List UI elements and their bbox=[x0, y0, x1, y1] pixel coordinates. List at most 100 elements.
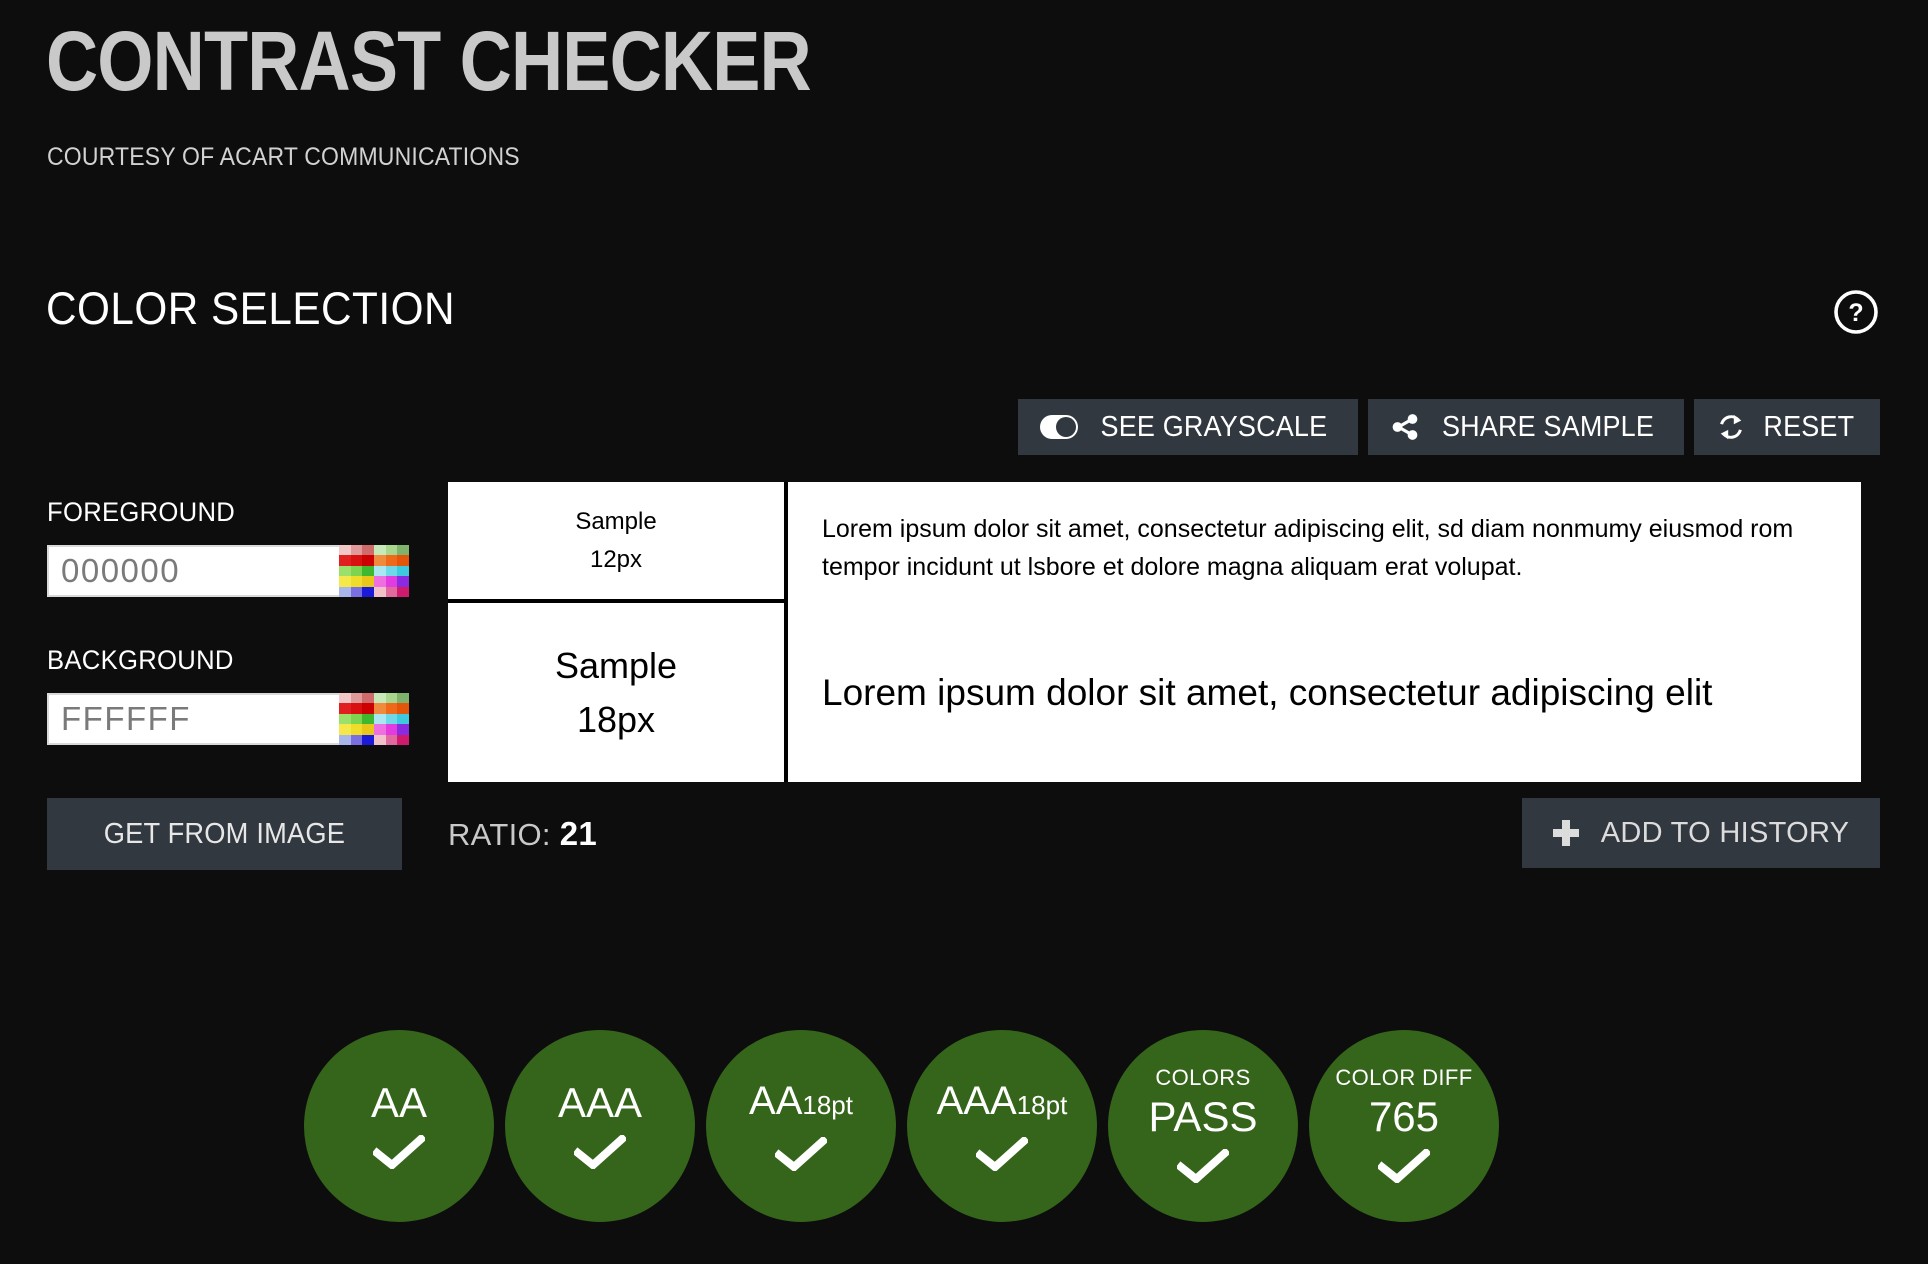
palette-swatch[interactable] bbox=[385, 576, 398, 587]
palette-swatch[interactable] bbox=[397, 724, 409, 735]
status-badge: AA18pt bbox=[706, 1030, 896, 1222]
palette-swatch[interactable] bbox=[350, 713, 363, 725]
sample-18px-line2: 18px bbox=[576, 698, 656, 740]
palette-swatch[interactable] bbox=[339, 734, 351, 745]
palette-swatch[interactable] bbox=[350, 693, 363, 704]
palette-swatch[interactable] bbox=[350, 555, 363, 566]
palette-swatch[interactable] bbox=[362, 576, 374, 587]
palette-swatch[interactable] bbox=[339, 713, 351, 725]
palette-swatch[interactable] bbox=[397, 734, 409, 745]
palette-swatch[interactable] bbox=[385, 734, 398, 745]
palette-swatch[interactable] bbox=[350, 576, 363, 587]
palette-swatch[interactable] bbox=[397, 576, 409, 587]
palette-swatch[interactable] bbox=[350, 734, 363, 745]
palette-swatch[interactable] bbox=[339, 565, 351, 577]
reset-button[interactable]: RESET bbox=[1694, 399, 1880, 455]
ratio-label: RATIO: bbox=[448, 817, 551, 852]
foreground-label: FOREGROUND bbox=[47, 497, 236, 527]
see-grayscale-label: SEE GRAYSCALE bbox=[1100, 410, 1328, 443]
ratio-value: 21 bbox=[559, 815, 598, 852]
add-to-history-button[interactable]: ADD TO HISTORY bbox=[1522, 798, 1880, 868]
badge-sublabel: COLOR DIFF bbox=[1335, 1064, 1473, 1090]
palette-swatch[interactable] bbox=[385, 586, 398, 597]
palette-swatch[interactable] bbox=[362, 724, 374, 735]
palette-swatch[interactable] bbox=[385, 555, 398, 566]
palette-swatch[interactable] bbox=[397, 555, 409, 566]
sample-12px-line1: Sample bbox=[575, 507, 657, 535]
palette-swatch[interactable] bbox=[362, 586, 374, 597]
palette-swatch[interactable] bbox=[385, 724, 398, 735]
contrast-ratio: RATIO: 21 bbox=[448, 815, 597, 853]
get-from-image-button[interactable]: GET FROM IMAGE bbox=[47, 798, 402, 870]
badge-value: AAA18pt bbox=[936, 1078, 1068, 1123]
palette-swatch[interactable] bbox=[339, 586, 351, 597]
palette-swatch[interactable] bbox=[362, 713, 374, 725]
palette-swatch[interactable] bbox=[362, 693, 374, 704]
palette-swatch[interactable] bbox=[385, 713, 398, 725]
see-grayscale-button[interactable]: SEE GRAYSCALE bbox=[1018, 399, 1359, 455]
background-palette-swatches[interactable] bbox=[339, 693, 409, 745]
status-badge: AAA bbox=[505, 1030, 695, 1222]
get-from-image-label: GET FROM IMAGE bbox=[103, 817, 346, 850]
palette-swatch[interactable] bbox=[385, 693, 398, 704]
palette-swatch[interactable] bbox=[339, 724, 351, 735]
palette-swatch[interactable] bbox=[350, 565, 363, 577]
sample-text-column: Lorem ipsum dolor sit amet, consectetur … bbox=[788, 482, 1861, 782]
palette-swatch[interactable] bbox=[385, 703, 398, 714]
palette-swatch[interactable] bbox=[339, 555, 351, 566]
palette-swatch[interactable] bbox=[362, 703, 374, 714]
palette-swatch[interactable] bbox=[374, 703, 386, 714]
palette-swatch[interactable] bbox=[350, 545, 363, 556]
palette-swatch[interactable] bbox=[397, 586, 409, 597]
refresh-icon bbox=[1716, 412, 1746, 442]
toolbar: SEE GRAYSCALE SHARE SAMPLE RESET bbox=[1018, 399, 1880, 455]
help-circle-icon[interactable]: ? bbox=[1832, 288, 1880, 336]
palette-swatch[interactable] bbox=[397, 545, 409, 556]
palette-swatch[interactable] bbox=[350, 724, 363, 735]
check-icon bbox=[1376, 1141, 1432, 1188]
check-icon bbox=[1175, 1141, 1231, 1188]
palette-swatch[interactable] bbox=[362, 555, 374, 566]
palette-swatch[interactable] bbox=[339, 703, 351, 714]
page-subtitle: COURTESY OF ACART COMMUNICATIONS bbox=[47, 143, 520, 171]
sample-18px-line1: Sample bbox=[554, 644, 678, 686]
palette-swatch[interactable] bbox=[339, 576, 351, 587]
sample-12px-label: Sample 12px bbox=[448, 482, 784, 603]
palette-swatch[interactable] bbox=[362, 734, 374, 745]
palette-swatch[interactable] bbox=[397, 703, 409, 714]
plus-icon bbox=[1552, 820, 1579, 846]
palette-swatch[interactable] bbox=[339, 693, 351, 704]
palette-swatch[interactable] bbox=[374, 565, 386, 577]
palette-swatch[interactable] bbox=[397, 693, 409, 704]
palette-swatch[interactable] bbox=[385, 545, 398, 556]
sample-18px-label: Sample 18px bbox=[448, 603, 784, 782]
palette-swatch[interactable] bbox=[397, 713, 409, 725]
palette-swatch[interactable] bbox=[362, 565, 374, 577]
foreground-input-row bbox=[47, 545, 409, 597]
foreground-hex-input[interactable] bbox=[47, 545, 339, 597]
background-label: BACKGROUND bbox=[47, 645, 234, 675]
palette-swatch[interactable] bbox=[362, 545, 374, 556]
palette-swatch[interactable] bbox=[350, 703, 363, 714]
background-input-row bbox=[47, 693, 409, 745]
palette-swatch[interactable] bbox=[374, 734, 386, 745]
badge-value: AA18pt bbox=[749, 1078, 853, 1123]
palette-swatch[interactable] bbox=[374, 555, 386, 566]
share-sample-button[interactable]: SHARE SAMPLE bbox=[1368, 399, 1685, 455]
status-badge: AA bbox=[304, 1030, 494, 1222]
check-icon bbox=[773, 1129, 829, 1176]
palette-swatch[interactable] bbox=[397, 565, 409, 577]
palette-swatch[interactable] bbox=[374, 693, 386, 704]
palette-swatch[interactable] bbox=[350, 586, 363, 597]
sample-text-18px: Lorem ipsum dolor sit amet, consectetur … bbox=[822, 671, 1713, 713]
contrast-checker-app: CONTRAST CHECKER COURTESY OF ACART COMMU… bbox=[0, 0, 1928, 1264]
background-hex-input[interactable] bbox=[47, 693, 339, 745]
palette-swatch[interactable] bbox=[374, 576, 386, 587]
palette-swatch[interactable] bbox=[374, 724, 386, 735]
palette-swatch[interactable] bbox=[374, 545, 386, 556]
palette-swatch[interactable] bbox=[374, 586, 386, 597]
palette-swatch[interactable] bbox=[385, 565, 398, 577]
palette-swatch[interactable] bbox=[374, 713, 386, 725]
palette-swatch[interactable] bbox=[339, 545, 351, 556]
foreground-palette-swatches[interactable] bbox=[339, 545, 409, 597]
